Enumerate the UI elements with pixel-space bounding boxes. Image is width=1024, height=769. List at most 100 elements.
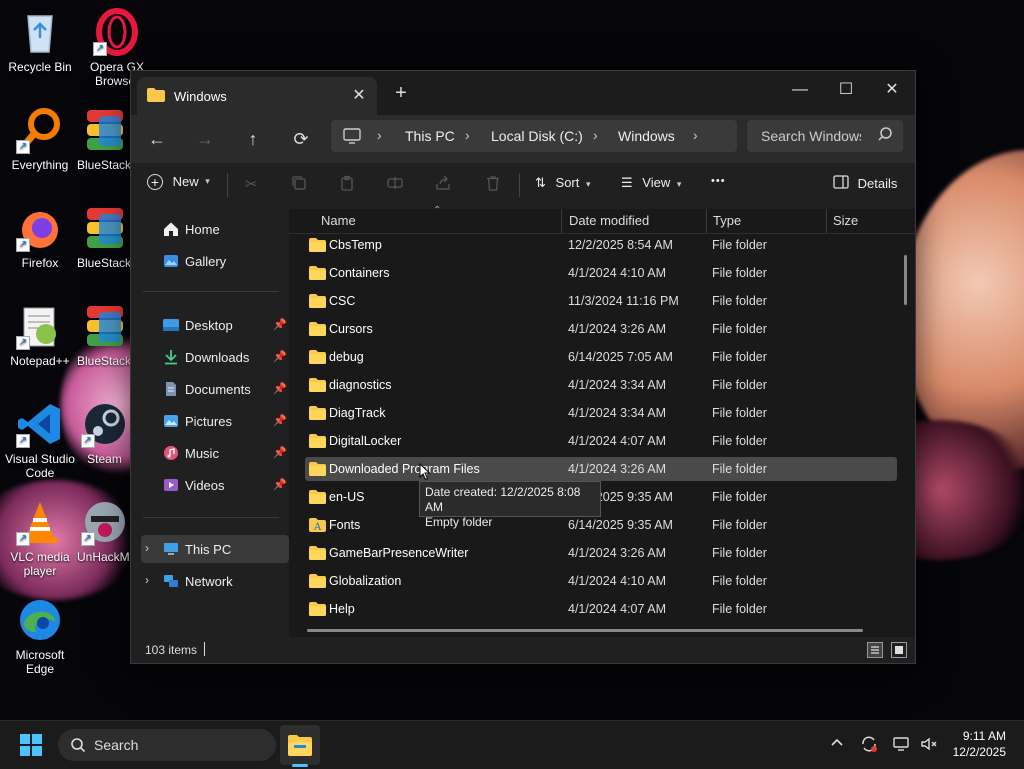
desktop-icon-bluestacks-3[interactable]: BlueStacks [77, 302, 132, 368]
column-separator[interactable] [826, 209, 827, 233]
file-row[interactable]: Cursors 4/1/2024 3:26 AM File folder [305, 317, 897, 341]
breadcrumb-chevron-icon[interactable]: › [693, 127, 698, 143]
network-status-icon[interactable] [892, 735, 910, 757]
search-box[interactable]: Search Windows [747, 120, 903, 152]
file-row[interactable]: CSC 11/3/2024 11:16 PM File folder [305, 289, 897, 313]
clock-time[interactable]: 9:11 AM [956, 729, 1006, 743]
chevron-right-icon[interactable]: › [145, 541, 149, 555]
view-button[interactable]: ☰ View ▾ [621, 175, 681, 191]
breadcrumb-this-pc[interactable]: This PC [405, 128, 455, 144]
rename-icon[interactable] [387, 175, 403, 194]
column-header-type[interactable]: Type [713, 213, 741, 228]
file-row[interactable]: en-US 6/14/2025 9:35 AM File folder [305, 485, 897, 509]
taskbar-file-explorer[interactable] [280, 725, 320, 765]
details-pane-button[interactable]: Details [833, 175, 897, 192]
nav-label: Downloads [185, 350, 250, 365]
new-button[interactable]: + New ▾ [147, 173, 210, 190]
file-row[interactable]: Containers 4/1/2024 4:10 AM File folder [305, 261, 897, 285]
desktop-icon-recycle-bin[interactable]: Recycle Bin [0, 8, 80, 74]
pin-icon[interactable]: 📌 [273, 478, 287, 491]
volume-muted-icon[interactable] [920, 735, 938, 757]
start-button[interactable] [20, 734, 42, 756]
show-hidden-icons-button[interactable] [830, 735, 844, 753]
nav-item-this-pc[interactable]: › This PC [141, 535, 289, 563]
file-row[interactable]: diagnostics 4/1/2024 3:34 AM File folder [305, 373, 897, 397]
pin-icon[interactable]: 📌 [273, 318, 287, 331]
back-button[interactable]: ← [141, 125, 173, 153]
paste-icon[interactable] [339, 175, 355, 194]
chevron-right-icon[interactable]: › [145, 573, 149, 587]
tab-windows[interactable]: Windows ✕ [137, 77, 377, 115]
nav-item-videos[interactable]: Videos 📌 [141, 471, 289, 499]
nav-item-desktop[interactable]: Desktop 📌 [141, 311, 289, 339]
close-window-button[interactable]: ✕ [869, 75, 915, 105]
share-icon[interactable] [435, 175, 451, 194]
delete-icon[interactable] [485, 175, 501, 194]
desktop-icon-bluestacks-2[interactable]: BlueStacks [77, 204, 132, 270]
refresh-button[interactable]: ⟳ [285, 125, 317, 153]
pin-icon[interactable]: 📌 [273, 350, 287, 363]
desktop-icon-notepad-plus-plus[interactable]: ↗ Notepad++ [0, 302, 80, 368]
breadcrumb-chevron-icon[interactable]: › [377, 127, 382, 143]
breadcrumb-chevron-icon[interactable]: › [465, 127, 470, 143]
file-row[interactable]: GameBarPresenceWriter 4/1/2024 3:26 AM Fil… [305, 541, 897, 565]
desktop-icon-unhackme[interactable]: ↗ UnHackMe [77, 498, 132, 564]
breadcrumb-windows[interactable]: Windows [618, 128, 675, 144]
up-button[interactable]: ↑ [237, 125, 269, 153]
file-row[interactable]: Help 4/1/2024 4:07 AM File folder [305, 597, 897, 621]
copy-icon[interactable] [291, 175, 307, 194]
file-row[interactable]: Globalization 4/1/2024 4:10 AM File folder [305, 569, 897, 593]
desktop-icon-vlc[interactable]: ↗ VLC media player [0, 498, 80, 578]
nav-item-gallery[interactable]: Gallery [141, 247, 289, 275]
cut-icon[interactable]: ✂ [245, 175, 258, 193]
search-icon[interactable] [877, 126, 893, 142]
maximize-button[interactable]: ☐ [823, 75, 869, 105]
desktop-icon-everything[interactable]: ↗ Everything [0, 106, 80, 172]
breadcrumb-local-disk[interactable]: Local Disk (C:) [491, 128, 583, 144]
nav-item-pictures[interactable]: Pictures 📌 [141, 407, 289, 435]
taskbar-search-box[interactable]: Search [58, 729, 276, 761]
column-separator[interactable] [706, 209, 707, 233]
column-header-date[interactable]: Date modified [569, 213, 649, 228]
vertical-scrollbar[interactable] [904, 255, 907, 305]
file-row[interactable]: DiagTrack 4/1/2024 3:34 AM File folder [305, 401, 897, 425]
file-row[interactable]: debug 6/14/2025 7:05 AM File folder [305, 345, 897, 369]
desktop-icon-edge[interactable]: Microsoft Edge [0, 596, 80, 676]
column-header-size[interactable]: Size [833, 213, 858, 228]
forward-button[interactable]: → [189, 125, 221, 153]
nav-item-home[interactable]: Home [141, 215, 289, 243]
pin-icon[interactable]: 📌 [273, 414, 287, 427]
address-bar[interactable]: › This PC › Local Disk (C:) › Windows › [331, 120, 737, 152]
nav-item-downloads[interactable]: Downloads 📌 [141, 343, 289, 371]
file-row[interactable]: A Fonts 6/14/2025 9:35 AM File folder [305, 513, 897, 537]
clock-date[interactable]: 12/2/2025 [946, 745, 1006, 759]
sort-button[interactable]: ⇅ Sort ▾ [535, 175, 591, 191]
more-options-button[interactable]: ••• [711, 175, 726, 187]
nav-item-documents[interactable]: Documents 📌 [141, 375, 289, 403]
nav-item-music[interactable]: Music 📌 [141, 439, 289, 467]
minimize-button[interactable]: — [777, 75, 823, 105]
desktop-icon-firefox[interactable]: ↗ Firefox [0, 204, 80, 270]
sync-icon[interactable] [860, 735, 878, 757]
file-row[interactable]: DigitalLocker 4/1/2024 4:07 AM File folder [305, 429, 897, 453]
column-separator[interactable] [561, 209, 562, 233]
horizontal-scrollbar[interactable] [307, 629, 863, 632]
pin-icon[interactable]: 📌 [273, 382, 287, 395]
desktop-icon-bluestacks[interactable]: BlueStacks [77, 106, 132, 172]
tooltip-description: Empty folder [425, 515, 493, 529]
file-row[interactable]: Downloaded Program Files 4/1/2024 3:26 AM… [305, 457, 897, 481]
desktop-icon-steam[interactable]: ↗ Steam [77, 400, 132, 466]
large-icons-view-button[interactable] [891, 642, 907, 658]
breadcrumb-chevron-icon[interactable]: › [593, 127, 598, 143]
new-tab-button[interactable]: + [389, 83, 413, 103]
close-tab-button[interactable]: ✕ [349, 85, 369, 105]
folder-icon [309, 378, 326, 392]
pin-icon[interactable]: 📌 [273, 446, 287, 459]
nav-item-network[interactable]: › Network [141, 567, 289, 595]
column-header-name[interactable]: Name [321, 213, 356, 228]
sort-button-label: Sort [555, 175, 580, 190]
desktop-icon-vscode[interactable]: ↗ Visual Studio Code [0, 400, 80, 480]
details-view-button[interactable] [867, 642, 883, 658]
file-row[interactable]: CbsTemp 12/2/2025 8:54 AM File folder [305, 233, 897, 257]
file-date-modified: 12/2/2025 8:54 AM [568, 238, 673, 252]
